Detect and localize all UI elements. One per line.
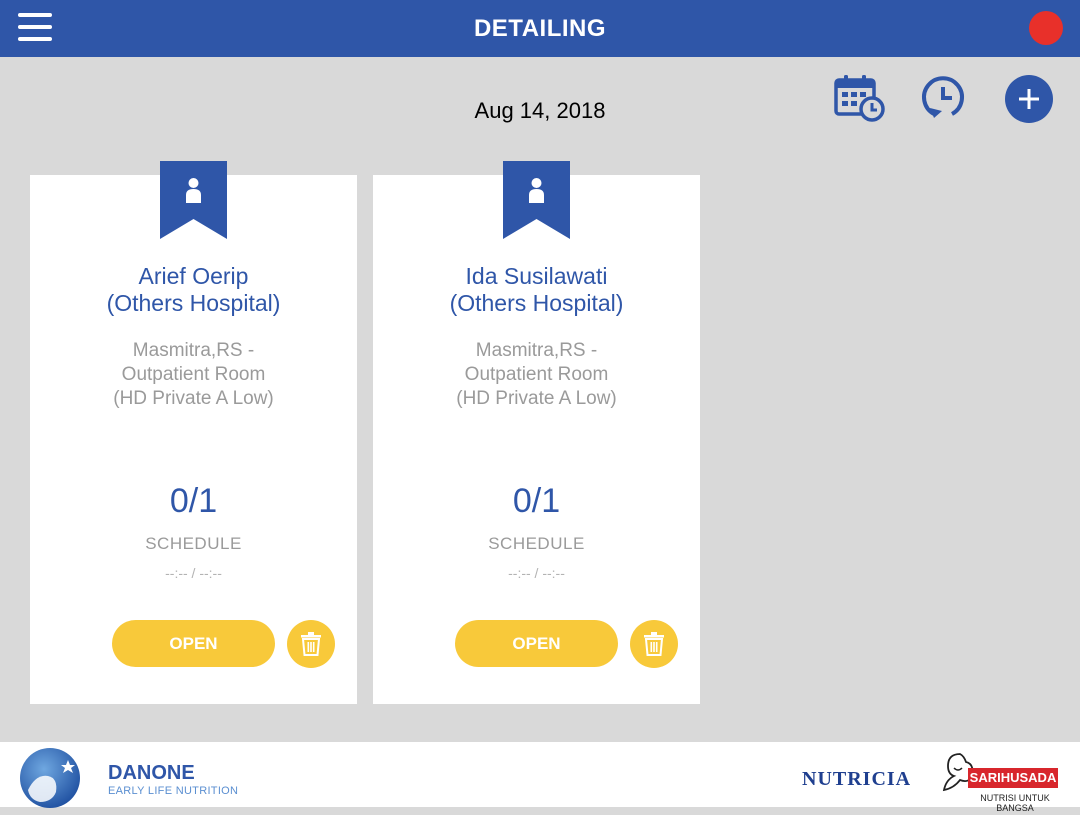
hamburger-icon[interactable] [18, 13, 52, 41]
trash-icon [301, 632, 321, 656]
add-icon [1005, 75, 1053, 123]
history-icon[interactable] [920, 74, 966, 124]
location-line-2: Outpatient Room [464, 364, 609, 385]
sarihusada-tagline: NUTRISI UNTUK BANGSA [980, 793, 1050, 813]
person-icon [188, 178, 199, 188]
hospital-name: (Others Hospital) [106, 290, 281, 316]
doctor-ribbon [503, 161, 570, 239]
doctor-card: Ida Susilawati (Others Hospital) Masmitr… [373, 161, 700, 704]
location-line-2: Outpatient Room [121, 364, 266, 385]
footer: DANONE EARLY LIFE NUTRITION NUTRICIA SAR… [0, 742, 1080, 813]
status-indicator [1029, 11, 1063, 45]
schedule-label: SCHEDULE [145, 534, 242, 553]
doctor-ribbon [160, 161, 227, 239]
location: Masmitra,RS - Outpatient Room (HD Privat… [30, 339, 357, 411]
doctor-card: Arief Oerip (Others Hospital) Masmitra,R… [30, 161, 357, 704]
location-line-3: (HD Private A Low) [113, 388, 274, 409]
danone-brand-text: DANONE [108, 762, 195, 784]
doctor-name-text: Ida Susilawati [465, 263, 608, 289]
trash-icon [644, 632, 664, 656]
location-line-1: Masmitra,RS - [475, 340, 598, 361]
location: Masmitra,RS - Outpatient Room (HD Privat… [373, 339, 700, 411]
add-button[interactable] [1005, 75, 1053, 123]
doctor-name: Ida Susilawati (Others Hospital) [373, 263, 700, 317]
schedule-time: --:-- / --:-- [165, 565, 222, 581]
doctor-name-text: Arief Oerip [138, 263, 249, 289]
schedule-label: SCHEDULE [488, 534, 585, 553]
schedule-time: --:-- / --:-- [508, 565, 565, 581]
nutricia-logo: NUTRICIA [802, 768, 912, 790]
doctor-name: Arief Oerip (Others Hospital) [30, 263, 357, 317]
danone-subtitle: EARLY LIFE NUTRITION [108, 785, 239, 797]
visit-count: 0/1 [512, 482, 561, 520]
delete-button[interactable] [287, 620, 335, 668]
hospital-name: (Others Hospital) [449, 290, 624, 316]
person-icon [531, 178, 542, 188]
current-date: Aug 14, 2018 [474, 98, 606, 123]
top-bar: DETAILING [0, 0, 1080, 57]
open-button[interactable]: OPEN [455, 620, 618, 667]
location-line-3: (HD Private A Low) [456, 388, 617, 409]
page-title: DETAILING [473, 15, 607, 42]
sarihusada-logo: SARIHUSADA [968, 768, 1058, 788]
danone-logo [18, 746, 82, 810]
location-line-1: Masmitra,RS - [132, 340, 255, 361]
calendar-clock-icon[interactable] [834, 74, 886, 124]
delete-button[interactable] [630, 620, 678, 668]
open-button[interactable]: OPEN [112, 620, 275, 667]
visit-count: 0/1 [169, 482, 218, 520]
